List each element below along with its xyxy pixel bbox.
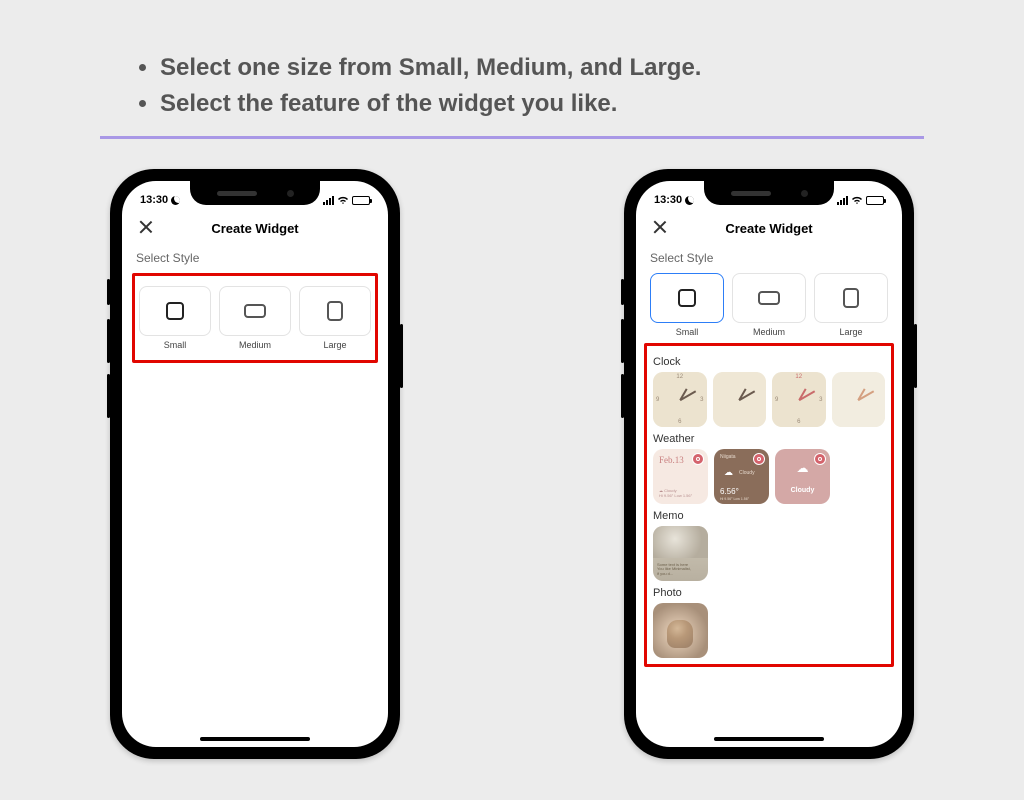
size-label-large: Large bbox=[814, 327, 888, 337]
size-label-small: Small bbox=[650, 327, 724, 337]
memo-text: Some text is here You like Minimalist, i… bbox=[657, 563, 704, 577]
nav-title: Create Widget bbox=[211, 221, 298, 236]
battery-icon bbox=[352, 196, 370, 205]
side-button bbox=[621, 374, 624, 418]
instruction-item: Select one size from Small, Medium, and … bbox=[160, 50, 924, 86]
side-button bbox=[621, 319, 624, 363]
size-option-small[interactable] bbox=[139, 286, 211, 336]
side-button bbox=[107, 279, 110, 305]
premium-badge-icon bbox=[753, 453, 765, 465]
do-not-disturb-icon bbox=[171, 196, 180, 205]
phone-notch bbox=[704, 181, 834, 205]
side-button bbox=[107, 319, 110, 363]
side-button bbox=[914, 324, 917, 388]
clock-widget-2[interactable] bbox=[713, 372, 767, 427]
do-not-disturb-icon bbox=[685, 196, 694, 205]
side-button bbox=[400, 324, 403, 388]
wifi-icon bbox=[851, 196, 863, 205]
clock-widget-3[interactable]: 12 6 9 3 bbox=[772, 372, 826, 427]
battery-icon bbox=[866, 196, 884, 205]
weather-location: Niigata bbox=[720, 454, 736, 460]
weather-range: Hi 9.56° Low 1.56° bbox=[720, 497, 749, 501]
cloud-icon: ☁ bbox=[797, 461, 809, 475]
instruction-item: Select the feature of the widget you lik… bbox=[160, 86, 924, 122]
size-label-medium: Medium bbox=[219, 340, 291, 350]
nav-title: Create Widget bbox=[725, 221, 812, 236]
weather-condition: Cloudy bbox=[739, 470, 755, 476]
premium-badge-icon bbox=[692, 453, 704, 465]
memo-image bbox=[653, 526, 708, 558]
home-indicator bbox=[714, 737, 824, 741]
size-label-small: Small bbox=[139, 340, 211, 350]
photo-widget-1[interactable] bbox=[653, 603, 708, 658]
cloud-icon: ☁ bbox=[724, 467, 733, 478]
weather-widget-1[interactable]: Feb.13 ☁ Cloudy Hi 9.56° Low 1.56° bbox=[653, 449, 708, 504]
premium-badge-icon bbox=[814, 453, 826, 465]
memo-widget-1[interactable]: Some text is here You like Minimalist, i… bbox=[653, 526, 708, 581]
close-icon[interactable] bbox=[652, 219, 668, 235]
highlight-area-features: Clock 12 6 9 3 bbox=[644, 343, 894, 667]
nav-bar: Create Widget bbox=[122, 211, 388, 245]
instructions-list: Select one size from Small, Medium, and … bbox=[100, 50, 924, 122]
size-option-medium[interactable] bbox=[219, 286, 291, 336]
category-header-memo: Memo bbox=[653, 510, 885, 522]
size-option-medium[interactable] bbox=[732, 273, 806, 323]
size-label-medium: Medium bbox=[732, 327, 806, 337]
home-indicator bbox=[200, 737, 310, 741]
signal-icon bbox=[323, 196, 334, 205]
clock-widget-4[interactable] bbox=[832, 372, 886, 427]
category-header-photo: Photo bbox=[653, 587, 885, 599]
phone-mockup-left: 13:30 Create Widget bbox=[110, 169, 400, 759]
side-button bbox=[621, 279, 624, 305]
weather-date: Feb.13 bbox=[659, 455, 684, 465]
weather-widget-3[interactable]: ☁ Cloudy bbox=[775, 449, 830, 504]
weather-widget-2[interactable]: Niigata ☁ Cloudy 6.56° Hi 9.56° Low 1.56… bbox=[714, 449, 769, 504]
nav-bar: Create Widget bbox=[636, 211, 902, 245]
highlight-area-sizes: Small Medium Large bbox=[132, 273, 378, 363]
signal-icon bbox=[837, 196, 848, 205]
section-header-select-style: Select Style bbox=[136, 251, 374, 265]
close-icon[interactable] bbox=[138, 219, 154, 235]
category-header-weather: Weather bbox=[653, 433, 885, 445]
weather-detail: ☁ Cloudy Hi 9.56° Low 1.56° bbox=[659, 488, 692, 498]
wifi-icon bbox=[337, 196, 349, 205]
size-option-small[interactable] bbox=[650, 273, 724, 323]
size-option-large[interactable] bbox=[814, 273, 888, 323]
side-button bbox=[107, 374, 110, 418]
status-time: 13:30 bbox=[654, 194, 682, 206]
section-header-select-style: Select Style bbox=[650, 251, 888, 265]
clock-widget-1[interactable]: 12 6 9 3 bbox=[653, 372, 707, 427]
phone-notch bbox=[190, 181, 320, 205]
divider bbox=[100, 136, 924, 139]
category-header-clock: Clock bbox=[653, 356, 885, 368]
size-label-large: Large bbox=[299, 340, 371, 350]
weather-temp: 6.56° bbox=[720, 487, 739, 496]
weather-condition: Cloudy bbox=[775, 487, 830, 494]
phone-mockup-right: 13:30 Create Widget bbox=[624, 169, 914, 759]
size-option-large[interactable] bbox=[299, 286, 371, 336]
status-time: 13:30 bbox=[140, 194, 168, 206]
